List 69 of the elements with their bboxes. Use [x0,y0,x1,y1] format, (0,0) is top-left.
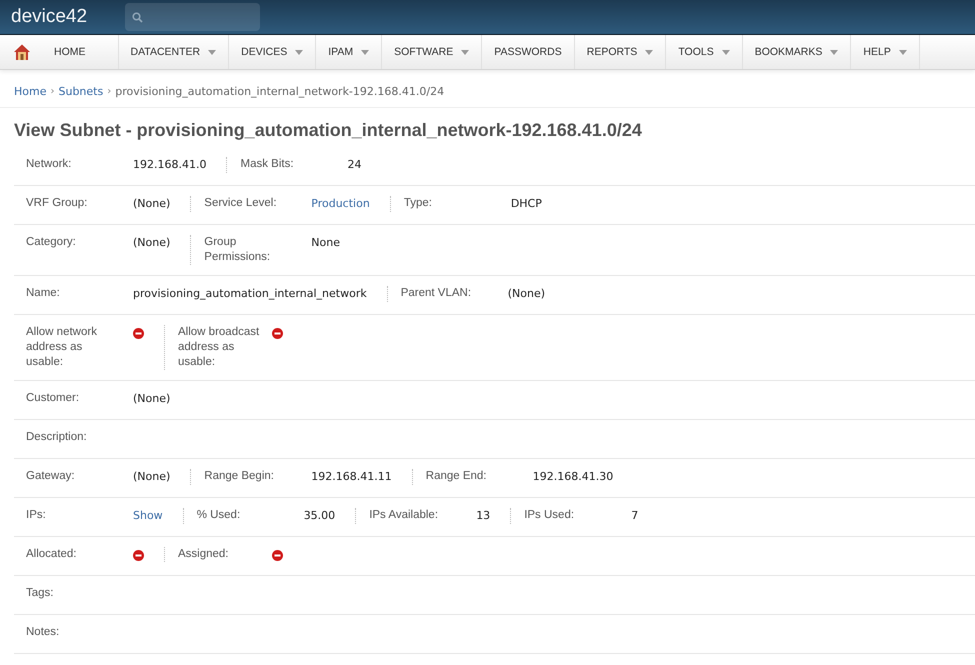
caret-icon [361,50,370,54]
field-label: Range End: [426,469,488,484]
field-label: Allocated: [26,547,78,562]
field-value: (None) [133,391,172,407]
field-label: Name: [26,286,61,301]
breadcrumb-separator: › [50,86,54,96]
field-value: (None) [133,469,172,485]
field-value: 192.168.41.30 [532,469,614,485]
search-field[interactable] [125,3,260,31]
field-label: Type: [404,196,433,211]
field-label: VRF Group: [26,196,88,211]
field-label: Notes: [26,625,60,640]
nav-item[interactable]: TOOLS [666,35,743,69]
field-label: Group Permissions: [204,235,272,265]
field-link[interactable]: Production [311,196,390,212]
field-value: 24 [347,157,362,173]
nav-item[interactable]: IPAM [316,35,382,69]
field-label: % Used: [196,508,242,523]
field-label: Gateway: [26,469,76,484]
field-label: Tags: [26,586,54,601]
field-value: 192.168.41.11 [311,469,393,485]
field-value: (None) [133,235,172,251]
nav-item[interactable]: HOME [44,35,118,69]
field-label: Assigned: [178,547,230,562]
field-label: Parent VLAN: [400,286,472,301]
breadcrumb-separator: › [107,86,112,96]
caret-icon [208,50,216,54]
field-label: Mask Bits: [240,157,295,172]
field-value: 7 [631,508,640,524]
nav-item[interactable]: HELP [851,35,920,69]
page-title: View Subnet - provisioning_automation_internal_network-192.168.41.0/24 [0,107,975,147]
caret-icon [830,50,838,54]
caret-icon [461,50,470,54]
search-icon [132,12,144,22]
caret-icon [645,50,654,54]
field-label: Network: [26,157,72,172]
field-value: (None) [133,196,172,212]
nav-item[interactable]: PASSWORDS [482,35,575,69]
field-link[interactable]: Show [133,508,183,524]
field-label: Range Begin: [204,469,275,484]
field-value: 35.00 [304,508,336,524]
field-value: 192.168.41.0 [133,157,208,173]
field-value: (None) [508,286,546,302]
nav-item[interactable]: BOOKMARKS [742,35,852,69]
field-label: Category: [26,235,77,250]
field-value: None [311,235,341,251]
field-label: IPs Used: [524,508,576,523]
caret-icon [295,50,304,54]
field-label: Allow network address as usable: [26,325,98,370]
field-value: DHCP [510,196,543,212]
field-label: Customer: [26,391,80,406]
field-value: 13 [476,508,492,524]
field-label: IPs: [26,508,47,523]
caret-icon [722,50,730,54]
breadcrumb-link[interactable]: Subnets [58,84,104,98]
home-icon[interactable] [13,43,31,61]
nav-item[interactable]: DEVICES [229,35,316,69]
nav-item[interactable]: SOFTWARE [382,35,482,69]
breadcrumb-link[interactable]: Home [14,84,46,98]
caret-icon [898,50,907,54]
field-label: Allow broadcast address as usable: [178,325,260,370]
field-value: provisioning_automation_internal_network [133,286,368,302]
nav-item[interactable]: REPORTS [574,35,666,69]
field-label: IPs Available: [369,508,440,523]
breadcrumb-current: provisioning_automation_internal_network-192.168.41.0/24 [115,84,444,98]
logo[interactable]: device42 [11,6,88,28]
nav-item[interactable]: DATACENTER [118,35,230,69]
field-label: Service Level: [204,196,278,211]
field-label: Description: [26,430,88,445]
